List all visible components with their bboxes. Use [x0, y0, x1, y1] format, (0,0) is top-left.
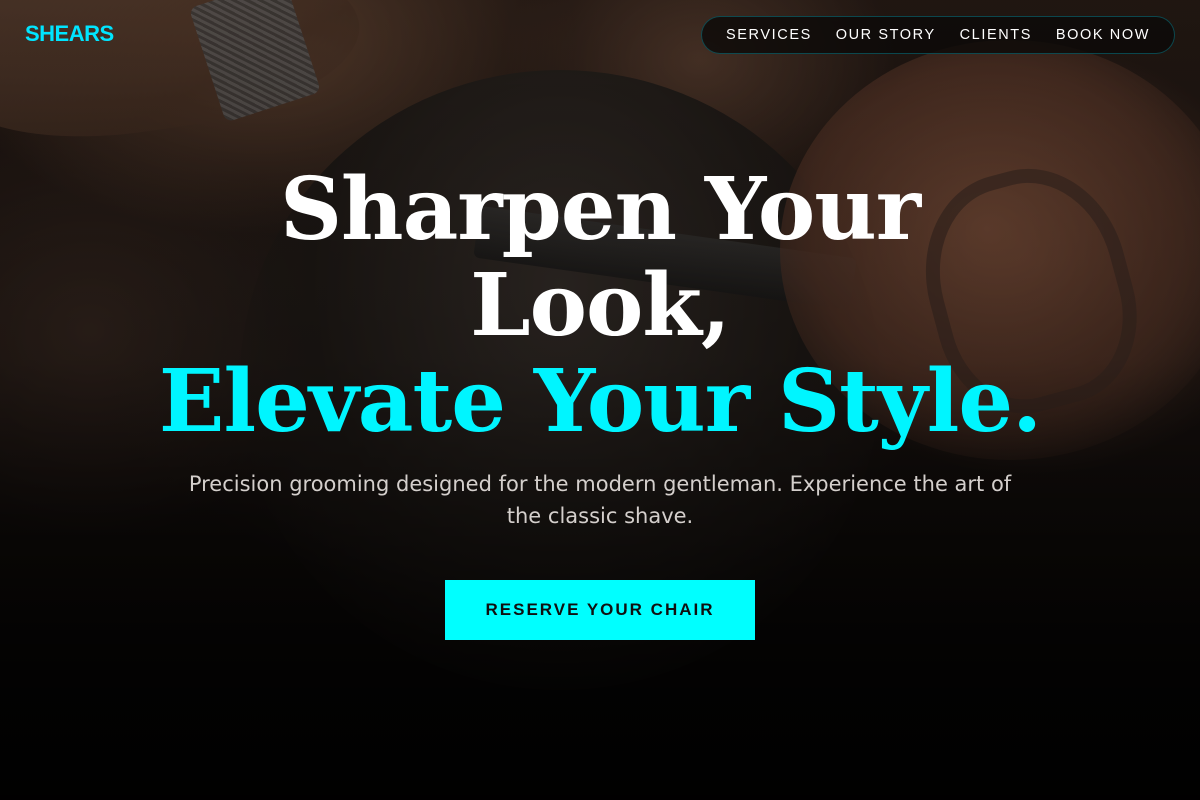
nav-item-clients[interactable]: CLIENTS — [960, 27, 1032, 43]
hero-section: Sharpen Your Look, Elevate Your Style. P… — [0, 162, 1200, 640]
nav-item-services[interactable]: SERVICES — [726, 27, 812, 43]
headline-line-1: Sharpen Your — [279, 159, 921, 260]
hero-headline: Sharpen Your Look, Elevate Your Style. — [0, 162, 1200, 450]
headline-accent-line: Elevate Your Style. — [158, 351, 1042, 452]
main-navigation: SERVICES OUR STORY CLIENTS BOOK NOW — [701, 16, 1175, 54]
nav-item-our-story[interactable]: OUR STORY — [836, 27, 936, 43]
headline-line-2: Look, — [470, 255, 731, 356]
brand-logo[interactable]: SHEARS — [25, 21, 114, 47]
nav-item-book-now[interactable]: BOOK NOW — [1056, 27, 1150, 43]
reserve-chair-button[interactable]: RESERVE YOUR CHAIR — [445, 580, 755, 640]
hero-subtitle: Precision grooming designed for the mode… — [188, 472, 1012, 528]
